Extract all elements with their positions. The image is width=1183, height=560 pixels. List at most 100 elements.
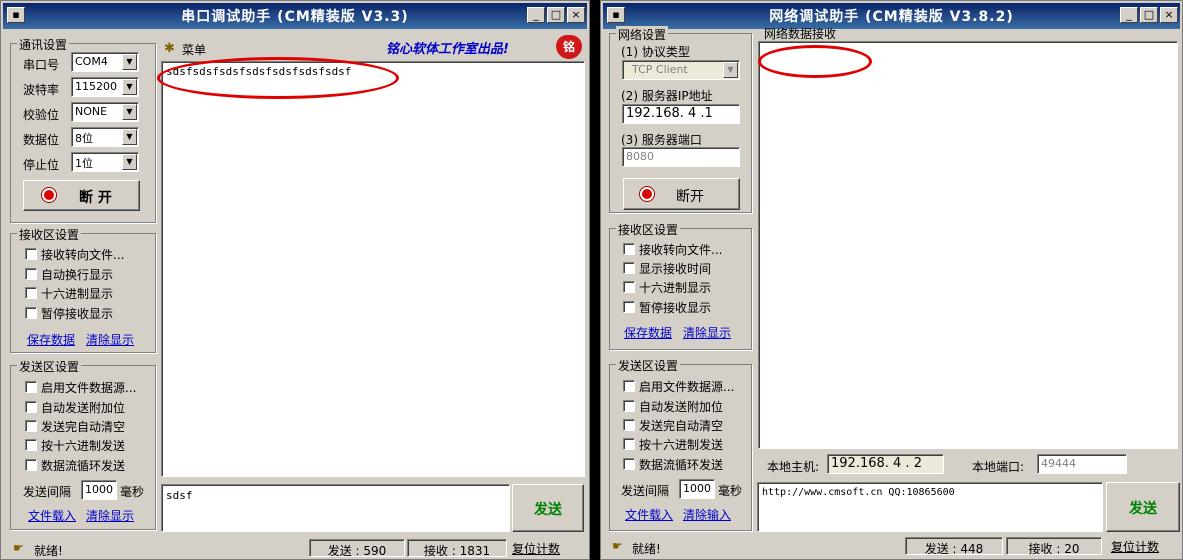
hex-display-label: 十六进制显示 — [41, 287, 114, 301]
auto-wrap-checkbox[interactable] — [25, 268, 37, 280]
serial-recv-count: 接收 : 1831 — [407, 539, 507, 558]
serial-sent-count: 发送 : 590 — [309, 539, 405, 558]
net-disconnect-button[interactable]: 断开 — [623, 178, 740, 210]
databits-value: 8位 — [75, 132, 93, 145]
net-recv-area-label: 网络数据接收 — [764, 27, 837, 41]
hex-display-checkbox[interactable] — [25, 287, 37, 299]
stopbits-select[interactable]: 1位 ▼ — [71, 152, 139, 172]
file-source-label: 启用文件数据源... — [41, 381, 137, 395]
chevron-down-icon[interactable]: ▼ — [122, 129, 137, 145]
interval-unit: 毫秒 — [120, 485, 145, 499]
net-send-input[interactable]: http://www.cmsoft.cn QQ:10865600 — [757, 482, 1103, 532]
clear-send-link[interactable]: 清除显示 — [86, 507, 134, 524]
auto-append-checkbox[interactable] — [25, 401, 37, 413]
serial-send-button[interactable]: 发送 — [512, 484, 584, 532]
auto-wrap-label: 自动换行显示 — [41, 268, 114, 282]
server-ip-input[interactable]: 192.168. 4 .1 — [622, 104, 740, 124]
net-auto-clear-checkbox[interactable] — [623, 419, 635, 431]
net-loop-send-label: 数据流循环发送 — [639, 458, 724, 472]
pause-recv-checkbox[interactable] — [25, 307, 37, 319]
minimize-icon[interactable]: _ — [1120, 7, 1138, 23]
send-settings-label: 发送区设置 — [17, 358, 82, 375]
serial-title-bar[interactable]: ▪ 串口调试助手 (CM精装版 V3.3) _ □ × — [3, 3, 587, 29]
status-led-icon — [640, 187, 654, 201]
net-settings-label: 网络设置 — [616, 26, 669, 43]
server-port-input[interactable]: 8080 — [622, 147, 740, 167]
save-data-link[interactable]: 保存数据 — [27, 331, 75, 348]
protocol-select[interactable]: TCP Client ▼ — [622, 60, 740, 80]
annotation-ellipse — [758, 45, 872, 78]
show-recv-time-label: 显示接收时间 — [639, 262, 712, 276]
port-label: 串口号 — [23, 58, 60, 72]
local-host-input[interactable]: 192.168. 4 . 2 — [827, 454, 944, 474]
net-sent-text: 发送 : 448 — [924, 542, 984, 556]
net-recv-to-file-checkbox[interactable] — [623, 243, 635, 255]
auto-clear-checkbox[interactable] — [25, 420, 37, 432]
net-interval-input[interactable]: 1000 — [679, 479, 715, 499]
interval-input[interactable]: 1000 — [81, 480, 117, 500]
net-send-button[interactable]: 发送 — [1106, 482, 1180, 532]
net-loop-send-checkbox[interactable] — [623, 458, 635, 470]
baud-select[interactable]: 115200 ▼ — [71, 77, 139, 97]
net-clear-input-link[interactable]: 清除输入 — [683, 506, 731, 523]
chevron-down-icon[interactable]: ▼ — [122, 104, 137, 120]
net-interval-label: 发送间隔 — [621, 484, 670, 498]
net-file-load-link[interactable]: 文件载入 — [625, 506, 673, 523]
menu-icon[interactable]: ✱ — [164, 41, 175, 56]
loop-send-label: 数据流循环发送 — [41, 459, 126, 473]
protocol-label: (1) 协议类型 — [621, 45, 690, 59]
chevron-down-icon[interactable]: ▼ — [122, 79, 137, 95]
local-port-label: 本地端口: — [972, 460, 1025, 474]
chevron-down-icon[interactable]: ▼ — [723, 62, 738, 78]
net-pause-recv-checkbox[interactable] — [623, 301, 635, 313]
minimize-icon[interactable]: _ — [527, 7, 545, 23]
parity-select[interactable]: NONE ▼ — [71, 102, 139, 122]
net-recv-count: 接收 : 20 — [1006, 537, 1102, 556]
stopbits-label: 停止位 — [23, 158, 60, 172]
databits-select[interactable]: 8位 ▼ — [71, 127, 139, 147]
clear-display-link[interactable]: 清除显示 — [86, 331, 134, 348]
recv-to-file-checkbox[interactable] — [25, 248, 37, 260]
local-port-input[interactable]: 49444 — [1037, 454, 1127, 474]
net-hex-display-checkbox[interactable] — [623, 281, 635, 293]
net-clear-display-link[interactable]: 清除显示 — [683, 324, 731, 341]
net-recv-settings-label: 接收区设置 — [616, 221, 681, 238]
net-hex-display-label: 十六进制显示 — [639, 281, 712, 295]
net-hex-send-checkbox[interactable] — [623, 438, 635, 450]
parity-label: 校验位 — [23, 108, 60, 122]
close-icon[interactable]: × — [1160, 7, 1178, 23]
serial-status-ready: 就绪! — [34, 544, 63, 558]
net-file-source-checkbox[interactable] — [623, 380, 635, 392]
chevron-down-icon[interactable]: ▼ — [122, 154, 137, 170]
serial-reset-count-button[interactable]: 复位计数 — [512, 540, 560, 557]
net-reset-count-button[interactable]: 复位计数 — [1111, 538, 1159, 555]
serial-title: 串口调试助手 (CM精装版 V3.3) — [181, 9, 409, 25]
hex-send-checkbox[interactable] — [25, 439, 37, 451]
annotation-ellipse — [157, 57, 399, 99]
show-recv-time-checkbox[interactable] — [623, 262, 635, 274]
ready-icon: ☛ — [13, 541, 24, 555]
net-auto-append-checkbox[interactable] — [623, 400, 635, 412]
net-auto-clear-label: 发送完自动清空 — [639, 419, 724, 433]
net-hex-send-label: 按十六进制发送 — [639, 438, 724, 452]
pause-recv-label: 暂停接收显示 — [41, 307, 114, 321]
port-value: COM4 — [75, 55, 108, 68]
net-save-data-link[interactable]: 保存数据 — [624, 324, 672, 341]
net-receive-area[interactable] — [758, 41, 1178, 449]
loop-send-checkbox[interactable] — [25, 459, 37, 471]
close-icon[interactable]: × — [567, 7, 585, 23]
auto-append-label: 自动发送附加位 — [41, 401, 126, 415]
file-load-link[interactable]: 文件载入 — [28, 507, 76, 524]
serial-send-input[interactable]: sdsf — [161, 484, 510, 532]
databits-label: 数据位 — [23, 133, 60, 147]
serial-disconnect-label: 断 开 — [79, 190, 112, 206]
serial-disconnect-button[interactable]: 断 开 — [23, 180, 140, 211]
maximize-icon[interactable]: □ — [547, 7, 565, 23]
chevron-down-icon[interactable]: ▼ — [122, 54, 137, 70]
port-select[interactable]: COM4 ▼ — [71, 52, 139, 72]
serial-receive-area[interactable]: sdsfsdsfsdsfsdsfsdsfsdsfsdsf — [161, 61, 585, 477]
maximize-icon[interactable]: □ — [1140, 7, 1158, 23]
menu-label[interactable]: 菜单 — [182, 41, 206, 58]
file-source-checkbox[interactable] — [25, 381, 37, 393]
network-title-bar[interactable]: ▪ 网络调试助手 (CM精装版 V3.8.2) _ □ × — [603, 3, 1180, 29]
